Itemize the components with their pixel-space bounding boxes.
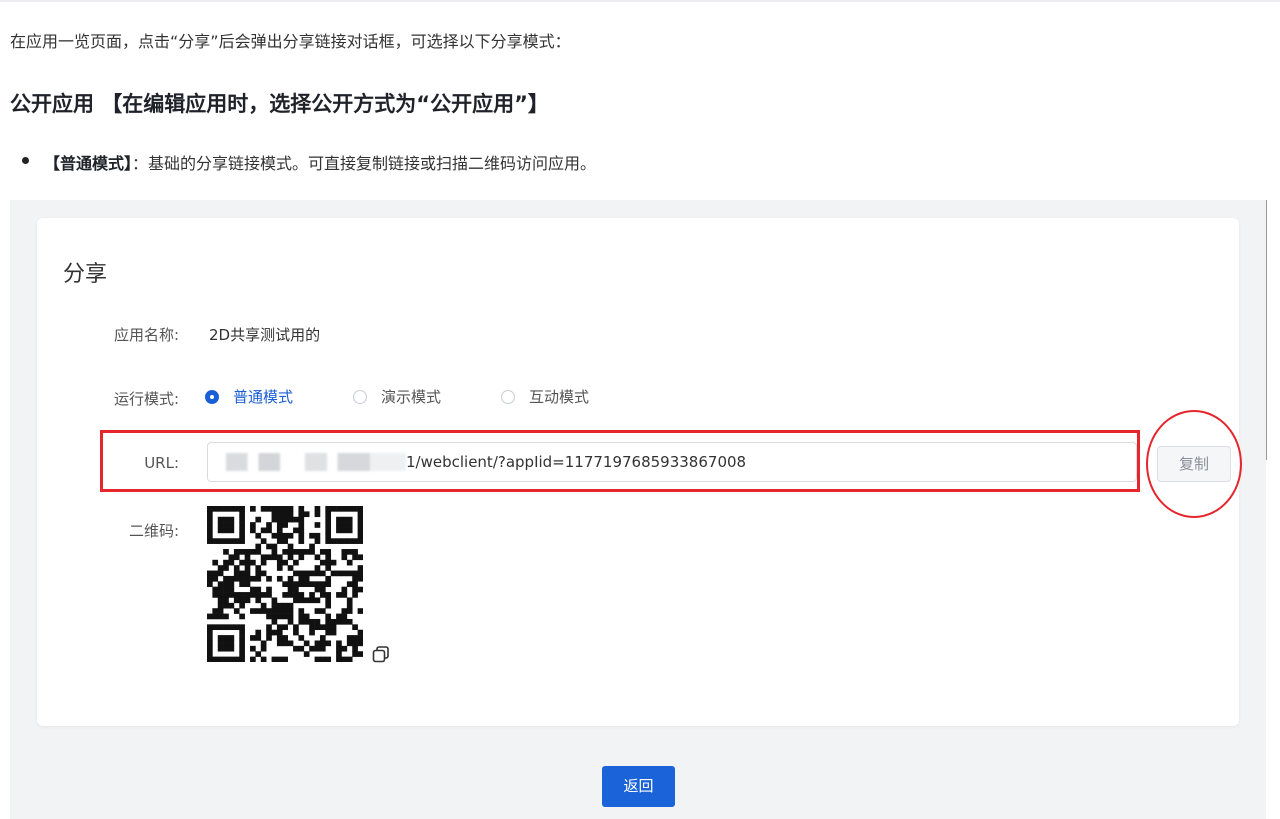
url-label: URL: bbox=[144, 454, 179, 472]
intro-paragraph: 在应用一览页面，点击“分享”后会弹出分享链接对话框，可选择以下分享模式： bbox=[10, 32, 571, 51]
app-name-label: 应用名称: bbox=[113, 326, 179, 344]
app-name-value: 2D共享测试用的 bbox=[209, 326, 321, 344]
share-card: 分享 应用名称: 2D共享测试用的 运行模式: 普通模式 演示模式 互动模式 U… bbox=[37, 218, 1239, 726]
radio-checked-icon bbox=[205, 389, 219, 404]
radio-normal-label: 普通模式 bbox=[233, 388, 294, 406]
radio-normal-mode[interactable]: 普通模式 bbox=[205, 386, 293, 407]
share-dialog-screenshot: 分享 应用名称: 2D共享测试用的 运行模式: 普通模式 演示模式 互动模式 U… bbox=[10, 200, 1266, 819]
radio-unchecked-icon bbox=[501, 389, 515, 404]
radio-demo-mode[interactable]: 演示模式 bbox=[353, 386, 441, 407]
copy-icon[interactable] bbox=[371, 644, 391, 664]
radio-unchecked-icon bbox=[353, 389, 367, 404]
copy-button[interactable]: 复制 bbox=[1157, 446, 1231, 482]
top-divider bbox=[0, 0, 1280, 2]
section-heading: 公开应用 【在编辑应用时，选择公开方式为“公开应用”】 bbox=[10, 92, 549, 116]
radio-interactive-label: 互动模式 bbox=[529, 388, 590, 406]
dialog-title: 分享 bbox=[63, 262, 108, 287]
qr-code-image bbox=[207, 506, 363, 662]
url-field[interactable]: 1/webclient/?appIid=1177197685933867008 bbox=[207, 442, 1137, 482]
bullet-dot bbox=[22, 157, 29, 164]
radio-demo-label: 演示模式 bbox=[381, 388, 442, 406]
url-value: 1/webclient/?appIid=1177197685933867008 bbox=[406, 453, 747, 471]
bullet-item-normal-mode: 【普通模式】：基础的分享链接模式。可直接复制链接或扫描二维码访问应用。 bbox=[22, 150, 597, 174]
right-edge-rule bbox=[1266, 200, 1267, 460]
back-button[interactable]: 返回 bbox=[602, 766, 675, 807]
bullet-text: ：基础的分享链接模式。可直接复制链接或扫描二维码访问应用。 bbox=[132, 154, 597, 173]
qr-label: 二维码: bbox=[128, 522, 179, 540]
bullet-bold-label: 【普通模式】 bbox=[44, 154, 133, 173]
mode-label: 运行模式: bbox=[113, 390, 179, 408]
radio-interactive-mode[interactable]: 互动模式 bbox=[501, 386, 589, 407]
url-redacted-part bbox=[226, 453, 406, 471]
